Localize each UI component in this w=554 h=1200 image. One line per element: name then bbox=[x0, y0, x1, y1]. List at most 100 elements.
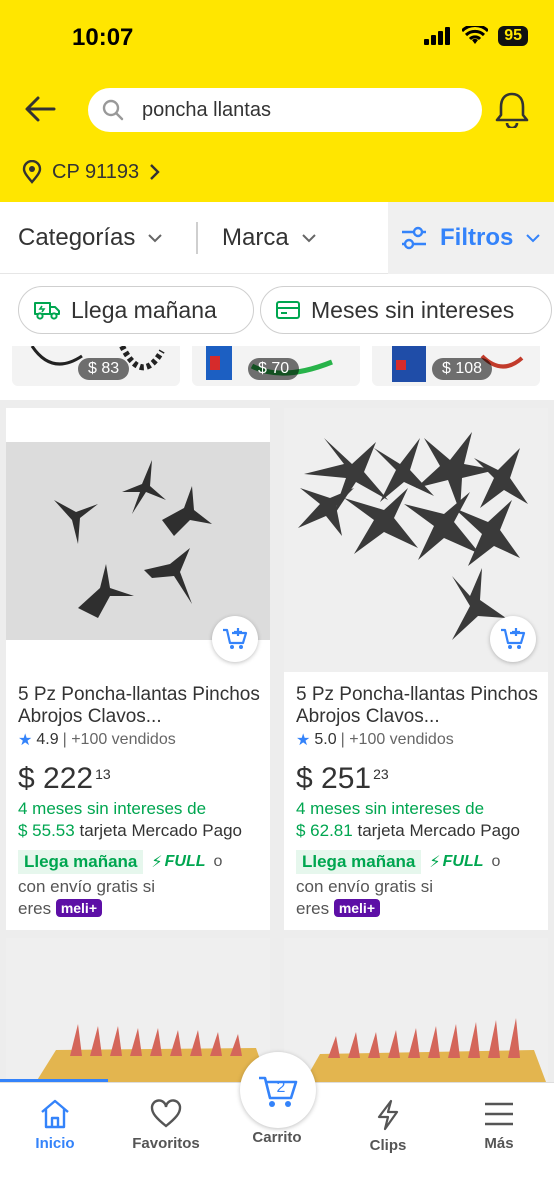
cart-count: 2 bbox=[277, 1079, 286, 1096]
full-badge: ⚡ FULL bbox=[429, 852, 483, 872]
installments-info: 4 meses sin intereses de $ 55.53 tarjeta… bbox=[18, 798, 274, 842]
brand-label: Marca bbox=[222, 224, 289, 251]
installments-card: tarjeta Mercado Pago bbox=[357, 821, 521, 840]
installments-card: tarjeta Mercado Pago bbox=[79, 821, 243, 840]
product-price: $ 251 23 bbox=[296, 762, 389, 796]
add-to-cart-icon bbox=[501, 628, 526, 649]
lightning-icon: ⚡ bbox=[429, 854, 441, 871]
search-query: poncha llantas bbox=[142, 98, 271, 121]
cart-icon: 2 bbox=[259, 1076, 298, 1107]
nav-carrito-label: Carrito bbox=[252, 1129, 302, 1146]
nav-clips[interactable]: Clips bbox=[338, 1099, 438, 1154]
envio-text: con envío gratis si bbox=[18, 877, 156, 896]
meli-plus-badge: meli+ bbox=[333, 899, 381, 917]
arrives-tomorrow-badge: Llega mañana bbox=[18, 850, 144, 874]
product-card[interactable]: 5 Pz Poncha-llantas Pinchos Abrojos Clav… bbox=[284, 408, 548, 930]
star-icon: ★ bbox=[18, 732, 33, 749]
meli-plus-badge: meli+ bbox=[55, 899, 103, 917]
home-icon bbox=[41, 1099, 69, 1129]
add-to-cart-button[interactable] bbox=[490, 616, 536, 662]
lightning-icon: ⚡ bbox=[151, 854, 163, 871]
bell-icon bbox=[495, 92, 529, 130]
arrow-left-icon bbox=[25, 96, 56, 122]
envio-or: o bbox=[491, 853, 501, 870]
sold-count: | +100 vendidos bbox=[62, 731, 176, 748]
arrives-tomorrow-badge: Llega mañana bbox=[296, 850, 422, 874]
product-thumbnail bbox=[6, 938, 270, 1082]
product-image bbox=[284, 408, 548, 672]
product-title[interactable]: 5 Pz Poncha-llantas Pinchos Abrojos Clav… bbox=[18, 684, 268, 728]
peek-product-1[interactable]: $ 83 bbox=[12, 346, 180, 386]
chip-meses-sin-intereses[interactable]: Meses sin intereses bbox=[260, 286, 552, 334]
heart-icon bbox=[150, 1099, 182, 1128]
app-header: 10:07 95 poncha llantas CP 91193 bbox=[0, 0, 554, 202]
search-input[interactable]: poncha llantas bbox=[88, 88, 482, 132]
price-cents: 13 bbox=[95, 766, 111, 782]
product-card[interactable] bbox=[6, 938, 270, 1082]
shipping-badges: Llega mañana ⚡ FULL o bbox=[296, 850, 500, 874]
envio-text: con envío gratis si bbox=[296, 877, 434, 896]
filter-divider bbox=[196, 222, 198, 254]
filter-bar: Categorías Marca Filtros bbox=[0, 202, 554, 274]
product-card[interactable]: 5 Pz Poncha-llantas Pinchos Abrojos Clav… bbox=[6, 408, 270, 930]
installments-text: 4 meses sin intereses de bbox=[18, 799, 207, 818]
notifications-button[interactable] bbox=[494, 90, 532, 130]
envio-or: o bbox=[213, 853, 223, 870]
sliders-icon bbox=[402, 226, 426, 250]
lightning-bolt-icon bbox=[377, 1099, 399, 1131]
previous-products-row: $ 83 $ 70 $ 108 bbox=[0, 346, 554, 400]
free-shipping-note: con envío gratis si eres meli+ bbox=[18, 876, 268, 920]
peek-price: $ 108 bbox=[432, 358, 493, 380]
full-label: FULL bbox=[442, 853, 484, 870]
menu-icon bbox=[485, 1102, 513, 1126]
shipping-badges: Llega mañana ⚡ FULL o bbox=[18, 850, 222, 874]
chevron-down-icon bbox=[148, 234, 163, 243]
sold-count: | +100 vendidos bbox=[340, 731, 454, 748]
installments-amount: $ 62.81 bbox=[296, 821, 353, 840]
nav-clips-label: Clips bbox=[369, 1137, 407, 1154]
back-button[interactable] bbox=[24, 94, 60, 126]
peek-price: $ 83 bbox=[78, 358, 130, 380]
product-rating: ★ 5.0 | +100 vendidos bbox=[296, 730, 454, 750]
brand-dropdown[interactable]: Marca bbox=[222, 202, 317, 274]
product-card[interactable] bbox=[284, 938, 548, 1082]
rating-value: 4.9 bbox=[36, 731, 59, 748]
peek-product-2[interactable]: $ 70 bbox=[192, 346, 360, 386]
search-icon bbox=[102, 99, 124, 121]
free-shipping-note: con envío gratis si eres meli+ bbox=[296, 876, 546, 920]
chevron-down-icon bbox=[526, 234, 541, 243]
product-image bbox=[6, 408, 270, 672]
installments-amount: $ 55.53 bbox=[18, 821, 75, 840]
wifi-icon bbox=[462, 26, 489, 44]
peek-price: $ 70 bbox=[248, 358, 300, 380]
full-badge: ⚡ FULL bbox=[151, 852, 205, 872]
nav-inicio-label: Inicio bbox=[35, 1135, 75, 1152]
envio-eres: eres bbox=[18, 899, 52, 918]
signal-icon bbox=[424, 27, 451, 45]
peek-product-3[interactable]: $ 108 bbox=[372, 346, 540, 386]
nav-favoritos-label: Favoritos bbox=[132, 1135, 200, 1152]
product-title[interactable]: 5 Pz Poncha-llantas Pinchos Abrojos Clav… bbox=[296, 684, 546, 728]
envio-eres: eres bbox=[296, 899, 330, 918]
filters-button[interactable]: Filtros bbox=[388, 202, 554, 274]
nav-inicio[interactable]: Inicio bbox=[5, 1099, 105, 1152]
price-main: $ 251 bbox=[296, 762, 372, 795]
nav-mas[interactable]: Más bbox=[449, 1099, 549, 1152]
add-to-cart-icon bbox=[223, 628, 248, 649]
nav-mas-label: Más bbox=[484, 1135, 514, 1152]
status-time: 10:07 bbox=[72, 24, 134, 51]
truck-icon bbox=[34, 302, 60, 320]
chip-llega-manana[interactable]: Llega mañana bbox=[18, 286, 254, 334]
product-rating: ★ 4.9 | +100 vendidos bbox=[18, 730, 176, 750]
categories-dropdown[interactable]: Categorías bbox=[18, 202, 163, 274]
location-pin-icon bbox=[22, 160, 42, 184]
product-price: $ 222 13 bbox=[18, 762, 111, 796]
chip-llega-label: Llega mañana bbox=[71, 296, 217, 323]
cart-button[interactable]: 2 bbox=[240, 1052, 316, 1128]
nav-carrito[interactable]: Carrito bbox=[227, 1129, 327, 1146]
price-cents: 23 bbox=[373, 766, 389, 782]
nav-favoritos[interactable]: Favoritos bbox=[116, 1099, 216, 1152]
add-to-cart-button[interactable] bbox=[212, 616, 258, 662]
location-selector[interactable]: CP 91193 bbox=[22, 160, 161, 184]
categories-label: Categorías bbox=[18, 224, 136, 251]
